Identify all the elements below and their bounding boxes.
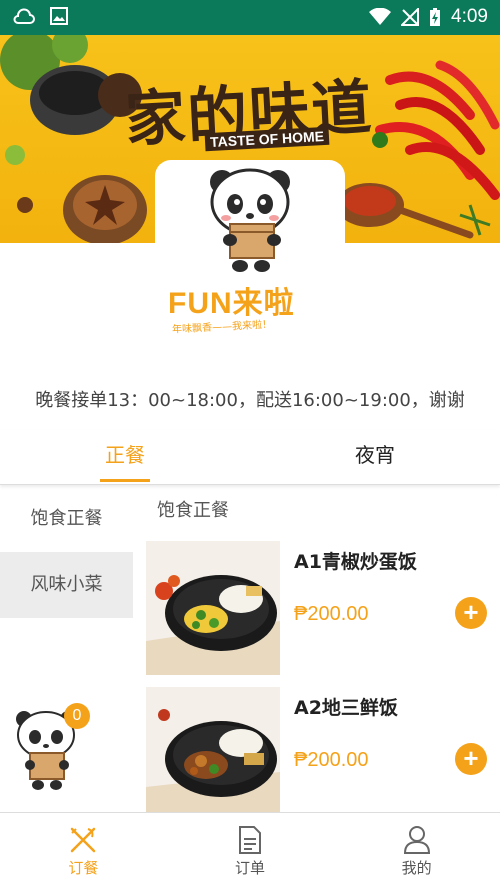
status-time: 4:09	[451, 6, 488, 27]
bottom-nav: 订餐 订单 我的	[0, 812, 500, 889]
add-to-cart-button[interactable]: +	[455, 597, 487, 629]
dish-item: A2地三鲜饭 ₱200.00 +	[146, 687, 500, 821]
nav-label-orders: 订单	[235, 859, 266, 877]
battery-icon	[430, 8, 441, 26]
category-item-side-dishes[interactable]: 风味小菜	[0, 552, 133, 618]
category-item-main-meal[interactable]: 饱食正餐	[0, 486, 133, 552]
dish-image	[146, 541, 280, 675]
dish-image	[146, 687, 280, 821]
no-signal-icon	[401, 8, 420, 26]
nav-item-orders[interactable]: 订单	[167, 813, 334, 889]
hours-notice: 晚餐接单13：00~18:00，配送16:00~19:00，谢谢	[35, 390, 465, 411]
status-bar: 4:09	[0, 0, 500, 35]
panda-mascot-icon	[210, 168, 290, 272]
wifi-icon	[369, 8, 392, 25]
nav-label-profile: 我的	[401, 859, 432, 877]
cart-button[interactable]: 0	[10, 703, 90, 790]
cloud-sync-icon	[13, 8, 35, 24]
menu-tabs: 正餐 夜宵	[0, 430, 500, 485]
image-icon	[50, 7, 68, 25]
dish-item: A1青椒炒蛋饭 ₱200.00 +	[146, 541, 500, 675]
nav-item-order-food[interactable]: 订餐	[0, 813, 167, 889]
section-title: 饱食正餐	[157, 500, 229, 521]
user-icon	[403, 826, 430, 854]
dish-price: ₱200.00	[294, 749, 369, 771]
dish-name: A1青椒炒蛋饭	[294, 551, 417, 573]
document-icon	[239, 826, 261, 854]
nav-label-order-food: 订餐	[68, 859, 99, 877]
brand-name: FUN来啦	[168, 287, 295, 320]
dish-price: ₱200.00	[294, 603, 369, 625]
tab-late-night[interactable]: 夜宵	[250, 430, 500, 484]
tab-main-meal[interactable]: 正餐	[0, 430, 250, 484]
cart-count-badge: 0	[64, 703, 90, 729]
add-to-cart-button[interactable]: +	[455, 743, 487, 775]
nav-item-profile[interactable]: 我的	[333, 813, 500, 889]
dish-name: A2地三鲜饭	[294, 697, 398, 719]
utensils-icon	[71, 827, 96, 853]
